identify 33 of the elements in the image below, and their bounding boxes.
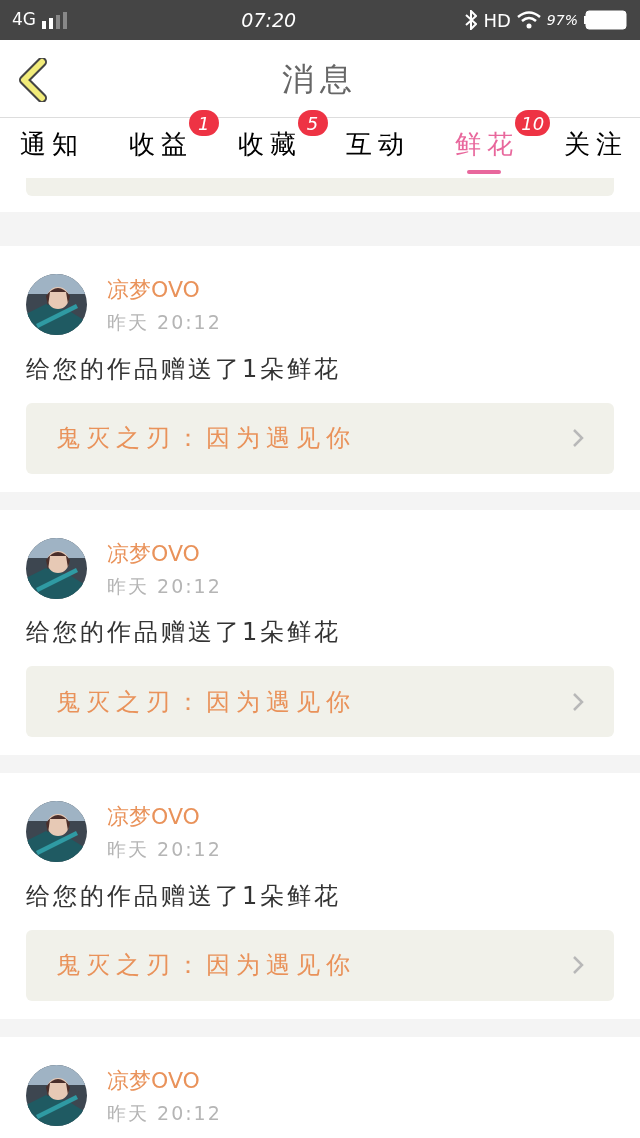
message-text: 给您的作品赠送了1朵鲜花 <box>26 617 343 648</box>
work-link[interactable]: 鬼灭之刃：因为遇见你 <box>26 666 614 737</box>
count-badge: 1 <box>188 110 219 136</box>
battery-icon <box>584 10 628 30</box>
hd-label: HD <box>483 8 511 33</box>
wifi-icon <box>516 11 541 29</box>
user-name[interactable]: 凉梦OVO <box>107 273 222 306</box>
user-name[interactable]: 凉梦OVO <box>107 536 222 570</box>
count-badge: 5 <box>297 110 328 136</box>
network-label: 4G <box>12 8 36 32</box>
message-time: 昨天 20:12 <box>107 310 222 335</box>
chevron-right-icon <box>572 691 584 712</box>
message-text: 给您的作品赠送了1朵鲜花 <box>26 880 343 912</box>
tab[interactable]: 通知 <box>20 118 84 178</box>
user-name[interactable]: 凉梦OVO <box>107 1063 222 1097</box>
chevron-right-icon <box>572 428 584 448</box>
user-name[interactable]: 凉梦OVO <box>107 800 222 833</box>
bluetooth-icon <box>465 10 478 30</box>
message-time: 昨天 20:12 <box>107 1100 222 1126</box>
count-badge: 10 <box>515 110 551 136</box>
work-link[interactable]: 鬼灭之刃：因为遇见你 <box>26 402 614 474</box>
tab-underline <box>467 170 502 174</box>
battery-percent: 97% <box>546 10 578 30</box>
message-text: 给您的作品赠送了1朵鲜花 <box>26 353 343 385</box>
clock-time: 07:20 <box>241 7 297 33</box>
page-title: 消息 <box>282 58 358 100</box>
message-time: 昨天 20:12 <box>107 573 222 599</box>
message-time: 昨天 20:12 <box>107 837 222 862</box>
work-link[interactable]: 鬼灭之刃：因为遇见你 <box>26 929 614 1001</box>
back-icon[interactable] <box>18 58 48 102</box>
tab[interactable]: 互动 <box>346 118 411 178</box>
tab[interactable]: 关注 <box>564 118 628 178</box>
chevron-right-icon <box>572 955 584 975</box>
